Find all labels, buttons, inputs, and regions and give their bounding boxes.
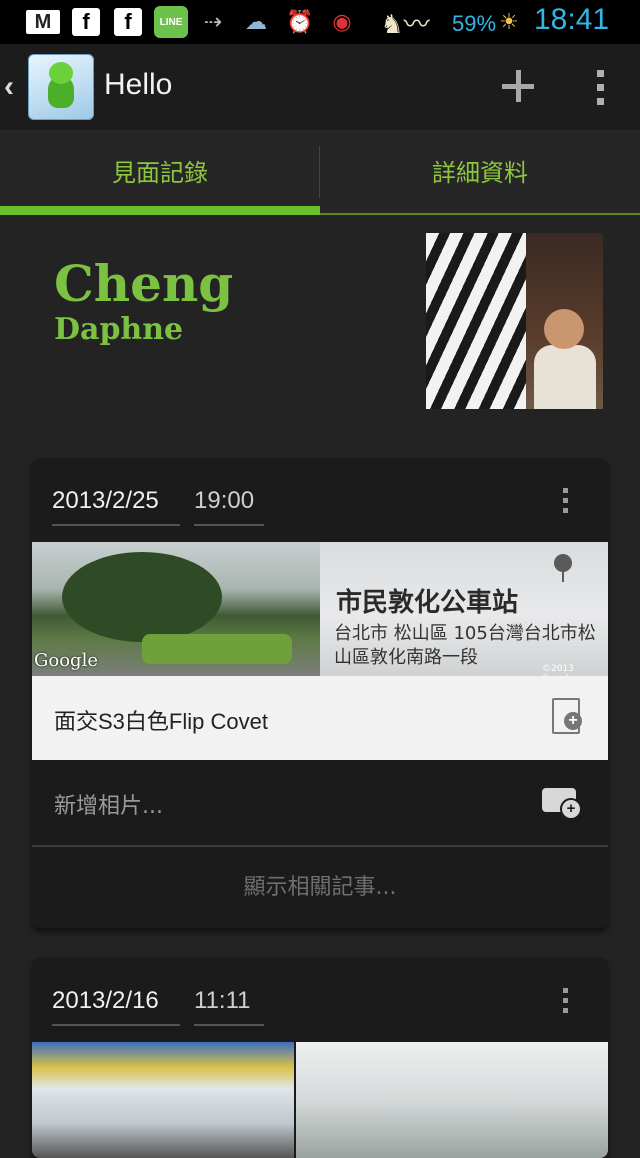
place-name: 市民敦化公車站 — [336, 588, 519, 618]
add-photo-icon[interactable] — [542, 788, 582, 820]
map-copyright: ©2013 Google — [542, 664, 574, 676]
add-icon[interactable] — [500, 68, 536, 104]
contact-last-name: Cheng — [54, 254, 234, 313]
tab-details[interactable]: 詳細資料 — [320, 130, 640, 216]
cloud-sync-icon: ☁ — [245, 9, 267, 35]
action-bar: ‹ Hello — [0, 44, 640, 130]
show-related-button[interactable]: 顯示相關記事... — [32, 847, 608, 928]
tab-selected-indicator — [0, 206, 320, 215]
line-icon: LINE — [154, 6, 188, 38]
wifi-icon: ◉ — [332, 9, 352, 35]
meeting-time[interactable]: 19:00 — [194, 478, 264, 526]
card-menu-icon[interactable] — [560, 988, 572, 1014]
contact-photo[interactable] — [426, 233, 603, 409]
back-chevron-icon[interactable]: ‹ — [4, 70, 20, 104]
gmail-icon: M — [26, 10, 60, 34]
location-preview[interactable]: Google 市民敦化公車站 台北市 松山區 105台灣台北市松山區敦化南路一段… — [32, 542, 608, 676]
street-view-image: Google — [32, 542, 320, 676]
data-transfer-icon: ⇢ — [203, 9, 223, 35]
status-bar: M f f LINE ⇢ ☁ ⏰ ◉ ♞〰 59% ☀ 18:41 — [0, 0, 640, 44]
meeting-date[interactable]: 2013/2/25 — [52, 478, 180, 526]
street-view-image[interactable] — [32, 1042, 294, 1158]
contact-first-name: Daphne — [54, 312, 184, 347]
location-preview[interactable] — [296, 1042, 608, 1158]
weather-icon: ☀ — [499, 9, 519, 35]
battery-percent: 59% — [452, 11, 497, 36]
meeting-card: 2013/2/25 19:00 Google 市民敦化公車站 台北市 松山區 1… — [32, 458, 608, 928]
map-pin-icon — [554, 554, 572, 582]
meeting-note[interactable]: 面交S3白色Flip Covet — [32, 676, 608, 760]
add-photo-row[interactable]: 新增相片... — [32, 760, 608, 844]
note-text: 面交S3白色Flip Covet — [54, 709, 268, 734]
card-menu-icon[interactable] — [560, 488, 572, 514]
horse-icon: ♞〰 — [380, 9, 430, 40]
add-note-icon[interactable] — [552, 698, 582, 734]
action-bar-title: Hello — [104, 68, 173, 101]
place-address: 台北市 松山區 105台灣台北市松山區敦化南路一段 — [334, 623, 596, 668]
tab-underline — [320, 213, 640, 215]
status-time: 18:41 — [534, 3, 610, 36]
meeting-card: 2013/2/16 11:11 — [32, 958, 608, 1158]
location-info: 市民敦化公車站 台北市 松山區 105台灣台北市松山區敦化南路一段 ©2013 … — [320, 542, 608, 676]
google-watermark: Google — [34, 650, 98, 671]
facebook-icon: f — [114, 8, 142, 36]
add-photo-label: 新增相片... — [54, 794, 163, 819]
meeting-date[interactable]: 2013/2/16 — [52, 978, 180, 1026]
alarm-icon: ⏰ — [286, 9, 314, 35]
overflow-menu-icon[interactable] — [592, 70, 608, 106]
tab-meeting-log[interactable]: 見面記錄 — [0, 130, 320, 216]
contact-app-icon[interactable] — [28, 54, 94, 120]
facebook-icon: f — [72, 8, 100, 36]
tab-bar: 見面記錄 詳細資料 — [0, 130, 640, 216]
meeting-time[interactable]: 11:11 — [194, 978, 264, 1026]
